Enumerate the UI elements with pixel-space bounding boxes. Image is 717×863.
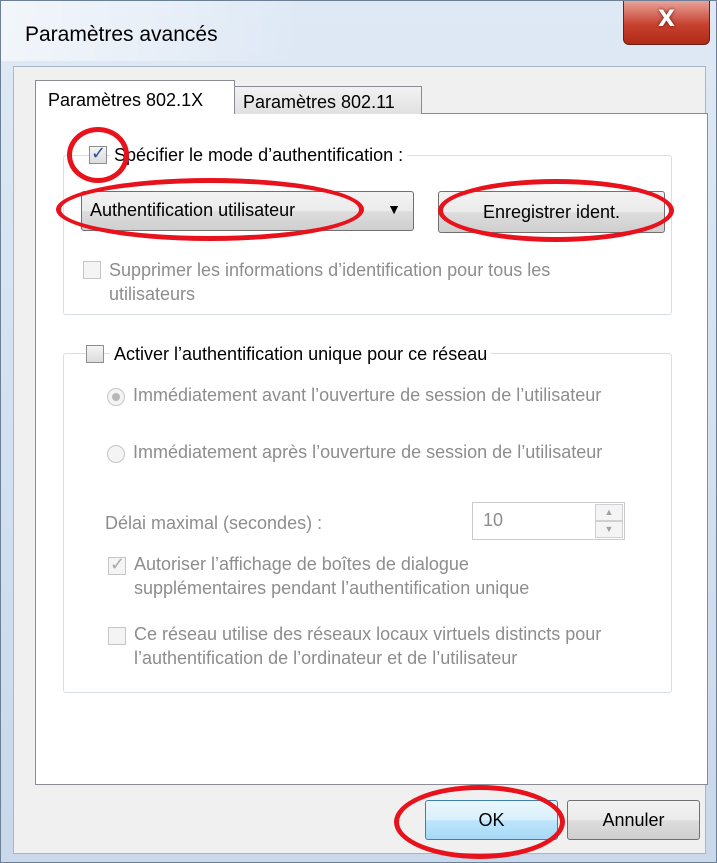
enable-sso-label[interactable]: Activer l’authentification unique pour c…	[110, 342, 492, 366]
sso-after-logon-radio	[107, 445, 125, 463]
cancel-button[interactable]: Annuler	[567, 800, 700, 840]
tab-802-11[interactable]: Paramètres 802.11	[234, 86, 422, 114]
close-icon: X	[658, 7, 675, 32]
spin-down-icon: ▼	[595, 521, 623, 538]
max-delay-value: 10	[483, 510, 504, 530]
checkmark-icon: ✓	[91, 143, 107, 164]
separate-vlans-label: Ce réseau utilise des réseaux locaux vir…	[134, 624, 602, 668]
advanced-settings-dialog: Paramètres avancés X Paramètres 802.1X P…	[0, 0, 717, 863]
auth-mode-value: Authentification utilisateur	[90, 200, 296, 220]
radio-selected-dot	[112, 393, 120, 401]
max-delay-label: Délai maximal (secondes) :	[105, 513, 323, 533]
tab-802-1x[interactable]: Paramètres 802.1X	[35, 80, 235, 114]
allow-dialogs-label: Autoriser l’affichage de boîtes de dialo…	[134, 554, 530, 598]
chevron-down-icon: ▼	[387, 201, 401, 217]
save-credentials-button[interactable]: Enregistrer ident.	[438, 191, 665, 233]
sso-before-logon-label: Immédiatement avant l’ouverture de sessi…	[133, 385, 602, 405]
allow-dialogs-checkbox: ✓	[108, 554, 126, 575]
window-title: Paramètres avancés	[25, 23, 218, 46]
separate-vlans-checkbox	[108, 627, 126, 645]
checkmark-icon: ✓	[110, 554, 126, 575]
ok-button[interactable]: OK	[425, 800, 558, 840]
max-delay-spinner: 10 ▲ ▼	[472, 502, 625, 540]
specify-mode-label[interactable]: Spécifier le mode d’authentification :	[110, 143, 408, 167]
enable-sso-checkbox[interactable]	[86, 345, 104, 363]
sso-before-logon-radio	[107, 388, 125, 406]
delete-credentials-label: Supprimer les informations d’identificat…	[109, 260, 551, 304]
close-button[interactable]: X	[623, 1, 710, 45]
sso-after-logon-label: Immédiatement après l’ouverture de sessi…	[133, 442, 603, 462]
spin-up-icon: ▲	[595, 504, 623, 521]
auth-mode-select[interactable]: Authentification utilisateur ▼	[81, 191, 414, 231]
specify-mode-checkbox[interactable]: ✓	[89, 143, 107, 164]
delete-credentials-checkbox	[83, 261, 101, 279]
